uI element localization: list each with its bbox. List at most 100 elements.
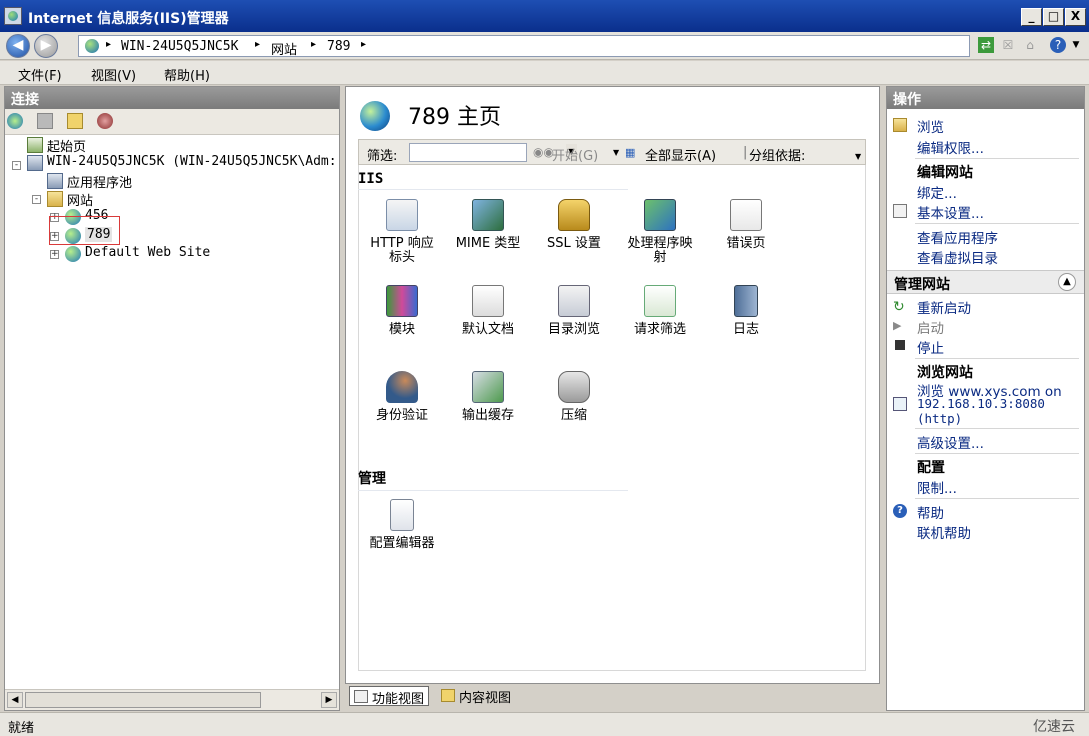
feature-authentication[interactable]: 身份验证 (360, 371, 444, 423)
tree-label: 网站 (67, 194, 94, 209)
advanced-settings-link[interactable]: 高级设置... (917, 432, 984, 452)
menu-view[interactable]: 视图(V) (91, 65, 136, 84)
globe-icon (65, 246, 81, 262)
scroll-left-icon[interactable]: ◀ (7, 692, 23, 708)
manage-site-header: 管理网站 (894, 277, 950, 293)
browse-site-address[interactable]: 192.168.10.3:8080 (917, 396, 1045, 411)
breadcrumb[interactable]: ▸ WIN-24U5Q5JNC5K ▸ 网站 ▸ 789 ▸ (78, 35, 970, 58)
filter-input[interactable] (409, 143, 527, 162)
stop-icon (895, 340, 905, 350)
expand-toggle[interactable]: + (50, 232, 59, 241)
online-help-link[interactable]: 联机帮助 (917, 522, 971, 542)
edit-site-header: 编辑网站 (917, 165, 973, 181)
feature-compression[interactable]: 压缩 (532, 371, 616, 423)
connect-icon[interactable] (7, 113, 23, 129)
features-view-icon (354, 690, 368, 703)
sites-folder-icon (47, 191, 63, 207)
stop-link[interactable]: 停止 (917, 337, 944, 357)
restart-link[interactable]: 重新启动 (917, 297, 971, 317)
breadcrumb-separator: ▸ (311, 39, 317, 50)
feature-config-editor[interactable]: 配置编辑器 (360, 499, 444, 551)
browse-site-header: 浏览网站 (917, 365, 973, 381)
scroll-right-icon[interactable]: ▶ (321, 692, 337, 708)
connections-toolbar (5, 109, 339, 135)
browse-site-protocol[interactable]: (http) (917, 411, 962, 426)
title-bar: Internet 信息服务(IIS)管理器 _ □ X (0, 0, 1089, 32)
collapse-chevron-icon[interactable]: ▲ (1058, 273, 1076, 291)
tree-label: 789 (85, 227, 113, 242)
breadcrumb-sites[interactable]: 网站 (271, 39, 297, 58)
feature-error-pages[interactable]: 错误页 (704, 199, 788, 251)
connections-header: 连接 (5, 87, 339, 109)
feature-handler-mappings[interactable]: 处理程序映 射 (618, 199, 702, 265)
restart-icon: ↻ (893, 299, 905, 315)
breadcrumb-server[interactable]: WIN-24U5Q5JNC5K (121, 39, 238, 54)
iis-manager-icon (4, 7, 22, 25)
disconnect-icon[interactable] (97, 113, 113, 129)
edit-permissions-link[interactable]: 编辑权限... (917, 137, 984, 157)
home-icon[interactable]: ⌂ (1022, 37, 1038, 53)
start-filter-button[interactable]: 开始(G) (552, 145, 598, 164)
view-applications-link[interactable]: 查看应用程序 (917, 227, 998, 247)
breadcrumb-site-789[interactable]: 789 (327, 39, 350, 54)
show-all-icon: ▦ (625, 146, 636, 159)
forward-button[interactable]: ▶ (34, 34, 58, 58)
save-icon[interactable] (37, 113, 53, 129)
basic-settings-link[interactable]: 基本设置... (917, 202, 984, 222)
expand-toggle[interactable]: + (50, 250, 59, 259)
logging-icon (734, 285, 758, 317)
feature-request-filtering[interactable]: 请求筛选 (618, 285, 702, 337)
browse-icon (893, 118, 907, 132)
toolbar-separator: | (743, 145, 748, 160)
tree-label: 起始页 (47, 140, 87, 155)
feature-http-headers[interactable]: HTTP 响应 标头 (360, 199, 444, 265)
feature-logging[interactable]: 日志 (704, 285, 788, 337)
feature-output-caching[interactable]: 输出缓存 (446, 371, 530, 423)
maximize-button[interactable]: □ (1043, 8, 1064, 26)
feature-label: 输出缓存 (461, 408, 514, 423)
divider (915, 498, 1079, 499)
minimize-button[interactable]: _ (1021, 8, 1042, 26)
back-button[interactable]: ◀ (6, 34, 30, 58)
chevron-down-icon[interactable]: ▼ (613, 148, 619, 157)
basic-settings-icon (893, 204, 907, 218)
chevron-down-icon[interactable]: ▼ (1068, 37, 1084, 53)
group-by-dropdown[interactable]: 分组依据: (749, 145, 805, 164)
group-header-management: 管理 (358, 468, 628, 491)
menu-help[interactable]: 帮助(H) (164, 65, 210, 84)
help-link[interactable]: 帮助 (917, 502, 944, 522)
tree-label: Default Web Site (85, 245, 211, 260)
feature-default-document[interactable]: 默认文档 (446, 285, 530, 337)
show-all-button[interactable]: 全部显示(A) (645, 145, 716, 164)
directory-browsing-icon (558, 285, 590, 317)
start-link: 启动 (917, 321, 944, 337)
feature-directory-browsing[interactable]: 目录浏览 (532, 285, 616, 337)
up-folder-icon[interactable] (67, 113, 83, 129)
tab-content-view[interactable]: 内容视图 (437, 686, 515, 706)
collapse-toggle[interactable]: - (32, 195, 41, 204)
horizontal-scrollbar[interactable]: ◀ ▶ (5, 689, 339, 710)
view-tabs: 功能视图 内容视图 (345, 686, 880, 708)
feature-modules[interactable]: 模块 (360, 285, 444, 337)
menu-file[interactable]: 文件(F) (18, 65, 62, 84)
globe-icon (85, 39, 99, 53)
tab-features-view[interactable]: 功能视图 (349, 686, 430, 707)
start-page-icon (27, 137, 43, 153)
feature-mime-types[interactable]: MIME 类型 (446, 199, 530, 251)
help-icon[interactable]: ? (1050, 37, 1066, 53)
stop-icon[interactable]: ☒ (1000, 37, 1016, 53)
scroll-thumb[interactable] (25, 692, 261, 708)
refresh-icon[interactable]: ⇄ (978, 37, 994, 53)
view-virtual-directories-link[interactable]: 查看虚拟目录 (917, 247, 998, 267)
feature-ssl-settings[interactable]: SSL 设置 (532, 199, 616, 251)
collapse-toggle[interactable]: - (12, 161, 21, 170)
limits-link[interactable]: 限制... (917, 477, 957, 497)
bindings-link[interactable]: 绑定... (917, 182, 957, 202)
feature-label: HTTP 响应 标头 (370, 236, 434, 265)
close-button[interactable]: X (1065, 8, 1086, 26)
modules-icon (386, 285, 418, 317)
actions-header: 操作 (887, 87, 1084, 109)
chevron-down-icon[interactable]: ▼ (855, 152, 861, 161)
browse-link[interactable]: 浏览 (917, 116, 944, 136)
group-header-iis: IIS (358, 171, 628, 190)
